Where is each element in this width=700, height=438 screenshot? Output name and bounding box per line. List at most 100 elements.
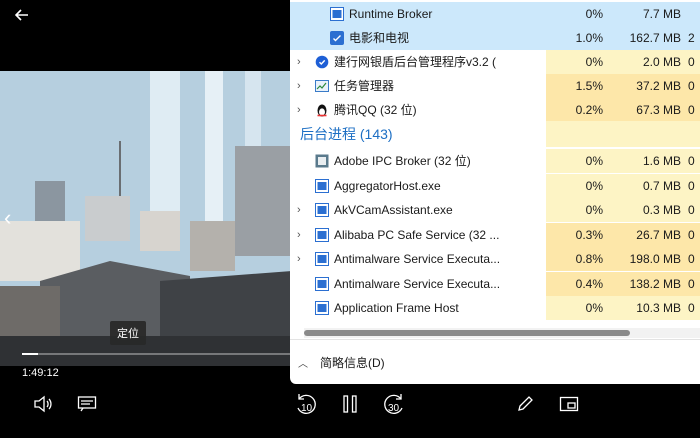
chevron-up-icon: ︿: [298, 358, 308, 370]
cpu-value: 1.0%: [546, 26, 610, 50]
skip-forward-30-icon: 30: [384, 394, 403, 414]
disk-value: 0: [688, 98, 700, 122]
task-manager-icon: [315, 79, 329, 93]
process-name: 腾讯QQ (32 位): [334, 103, 417, 117]
process-name: Runtime Broker: [349, 7, 433, 21]
cpu-value: 0%: [546, 2, 610, 26]
process-row[interactable]: Runtime Broker 0% 7.7 MB: [290, 2, 700, 26]
process-name: Alibaba PC Safe Service (32 ...: [334, 227, 500, 242]
volume-button[interactable]: [29, 390, 57, 418]
movies-tv-icon: [330, 31, 344, 45]
process-row[interactable]: › Alibaba PC Safe Service (32 ... 0.3% 26.7…: [290, 222, 700, 247]
previous-chevron-icon[interactable]: ‹: [4, 205, 11, 231]
process-row[interactable]: AggregatorHost.exe 0% 0.7 MB 0: [290, 173, 700, 198]
video-frame[interactable]: [0, 71, 292, 366]
qq-penguin-icon: [315, 103, 329, 117]
memory-value: 2.0 MB: [610, 50, 688, 74]
skip-back-value: 10: [301, 403, 313, 414]
app-frame-icon: [315, 203, 329, 217]
pause-button[interactable]: [336, 390, 364, 418]
expand-chevron-icon[interactable]: ›: [297, 198, 307, 222]
process-row[interactable]: › 任务管理器 1.5% 37.2 MB 0: [290, 74, 700, 98]
app-frame-icon: [330, 7, 344, 21]
process-row[interactable]: › 腾讯QQ (32 位) 0.2% 67.3 MB 0: [290, 98, 700, 122]
app-frame-icon: [315, 276, 329, 291]
app-frame-icon: [315, 178, 329, 193]
edit-button[interactable]: [511, 390, 539, 418]
speaker-icon: [34, 395, 52, 413]
process-name: Antimalware Service Executa...: [334, 276, 501, 291]
memory-value: 10.3 MB: [610, 296, 688, 320]
pause-icon: [343, 395, 357, 413]
adobe-ipc-icon: [315, 154, 329, 168]
scrollbar-thumb[interactable]: [304, 330, 630, 336]
section-title: 后台进程 (143): [300, 126, 393, 142]
process-row[interactable]: › Antimalware Service Executa... 0.8% 198.0…: [290, 247, 700, 271]
expand-chevron-icon[interactable]: ›: [297, 98, 307, 122]
memory-value: 162.7 MB: [610, 26, 688, 50]
seek-tooltip: 定位: [110, 321, 146, 345]
process-name: 任务管理器: [334, 79, 395, 93]
expand-chevron-icon[interactable]: ›: [297, 247, 307, 271]
expand-chevron-icon[interactable]: ›: [297, 223, 307, 247]
video-scene: [0, 71, 292, 366]
disk-value: 0: [688, 149, 700, 173]
mini-view-icon: [559, 396, 579, 412]
app-frame-icon: [315, 227, 329, 242]
seek-bar-fill: [22, 353, 39, 355]
process-row[interactable]: Antimalware Service Executa... 0.4% 138.2 …: [290, 271, 700, 296]
skip-back-button[interactable]: 10: [292, 390, 320, 418]
process-name: 建行网银盾后台管理程序v3.2 (: [334, 55, 497, 69]
elapsed-time: 1:49:12: [22, 367, 59, 379]
cpu-value: 0%: [546, 50, 610, 74]
skip-forward-value: 30: [388, 403, 400, 414]
memory-value: 67.3 MB: [610, 98, 688, 122]
skip-back-10-icon: 10: [297, 394, 316, 414]
back-button[interactable]: [10, 4, 34, 26]
horizontal-scrollbar[interactable]: [304, 328, 700, 338]
process-name: AggregatorHost.exe: [334, 178, 441, 193]
cpu-value: 0.8%: [546, 247, 610, 271]
seek-bar[interactable]: [22, 353, 292, 355]
fewer-details-label: 简略信息(D): [320, 355, 385, 370]
disk-value: 0: [688, 296, 700, 320]
process-row[interactable]: › 建行网银盾后台管理程序v3.2 ( 0% 2.0 MB 0: [290, 50, 700, 74]
memory-value: 138.2 MB: [610, 271, 688, 296]
process-row[interactable]: Application Frame Host 0% 10.3 MB 0: [290, 296, 700, 320]
fewer-details-button[interactable]: ︿ 简略信息(D): [298, 350, 385, 374]
skip-forward-button[interactable]: 30: [380, 390, 408, 418]
app-frame-icon: [315, 252, 329, 266]
mini-view-button[interactable]: [555, 390, 583, 418]
disk-value: 0: [688, 271, 700, 296]
disk-value: 0: [688, 74, 700, 98]
disk-value: 0: [688, 173, 700, 198]
disk-value: 0: [688, 247, 700, 271]
process-name: 电影和电视: [349, 31, 410, 45]
process-row[interactable]: Adobe IPC Broker (32 位) 0% 1.6 MB 0: [290, 149, 700, 173]
expand-chevron-icon[interactable]: ›: [297, 50, 307, 74]
subtitles-icon: [77, 396, 97, 412]
disk-value: 0: [688, 222, 700, 247]
memory-value: 26.7 MB: [610, 222, 688, 247]
disk-value: 0: [688, 50, 700, 74]
arrow-left-icon: [14, 9, 28, 21]
ccb-shield-icon: [315, 55, 329, 69]
cpu-value: 0.4%: [546, 271, 610, 296]
disk-value: 0: [688, 198, 700, 222]
app-frame-icon: [315, 301, 329, 315]
disk-value: 2: [688, 26, 700, 50]
process-row[interactable]: › AkVCamAssistant.exe 0% 0.3 MB 0: [290, 198, 700, 222]
process-name: Application Frame Host: [334, 301, 459, 315]
subtitles-button[interactable]: [73, 390, 101, 418]
cpu-value: 1.5%: [546, 74, 610, 98]
cpu-value: 0%: [546, 198, 610, 222]
disk-value: [688, 2, 700, 26]
expand-chevron-icon[interactable]: ›: [297, 74, 307, 98]
process-name: Antimalware Service Executa...: [334, 252, 501, 266]
process-row[interactable]: 电影和电视 1.0% 162.7 MB 2: [290, 26, 700, 50]
cpu-value: 0.2%: [546, 98, 610, 122]
task-manager-window: Runtime Broker 0% 7.7 MB 电影和电视 1.0% 162.7 MB 2…: [290, 0, 700, 384]
cpu-value: 0%: [546, 173, 610, 198]
cpu-value: 0%: [546, 149, 610, 173]
memory-value: 37.2 MB: [610, 74, 688, 98]
